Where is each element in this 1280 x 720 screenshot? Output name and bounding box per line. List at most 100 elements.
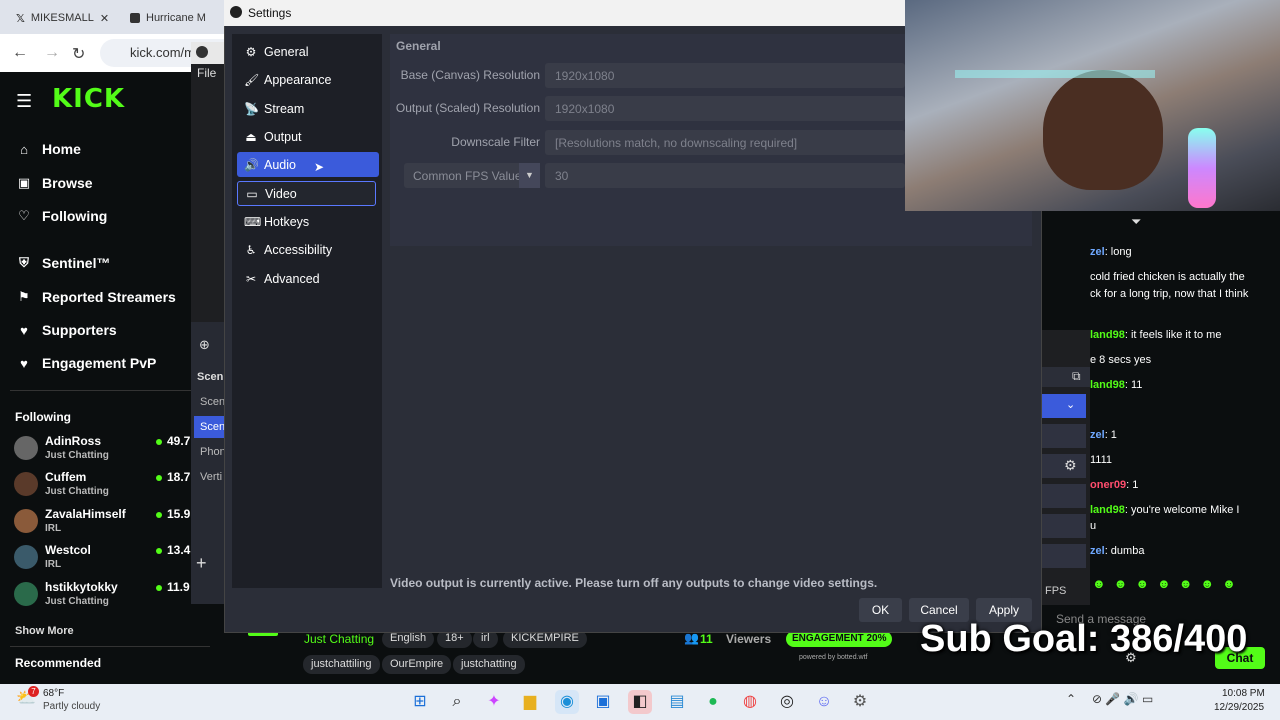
settings-nav-accessibility[interactable]: ♿ Accessibility [237,237,379,262]
kick-sidebar: ☰ KICK ⌂ Home ▣ Browse ♡ Following ⛨ Sentine… [0,72,220,684]
divider [10,390,210,391]
chevron-down-icon[interactable]: ▼ [519,163,540,188]
browse-icon: ▣ [17,175,31,190]
viewers-icon: 👥 [684,631,699,645]
base-resolution-field[interactable]: 1920x1080 [545,63,905,88]
add-scene-button[interactable]: + [196,553,207,574]
divider [10,646,210,647]
settings-nav-output[interactable]: ⏏ Output [237,124,379,149]
downscale-filter-field[interactable]: [Resolutions match, no downscaling requi… [545,130,905,155]
kick-logo[interactable]: KICK [52,84,125,114]
forward-icon[interactable]: → [44,44,60,62]
heart-icon: ♥ [20,322,28,338]
back-icon[interactable]: ← [12,44,28,62]
nav-home[interactable]: ⌂ Home [16,141,81,157]
mouse-cursor-icon: ➤ [314,160,325,174]
nav-sentinel[interactable]: ⛨ Sentinel™ [16,255,110,271]
followed-channel[interactable]: Cuffem Just Chatting 18.7 [14,470,214,506]
viewer-count: 11 [700,632,713,646]
monitor-icon: ▭ [246,186,258,201]
edge-icon[interactable]: ◉ [555,690,579,714]
settings-nav-audio[interactable]: 🔊 Audio [237,152,379,177]
photos-icon[interactable]: ▤ [665,690,689,714]
scene-item[interactable]: Phon [200,446,226,458]
folder-icon[interactable]: ▆ [518,690,542,714]
settings-icon[interactable]: ⚙ [848,690,872,714]
field-label: Base (Canvas) Resolution [400,68,540,82]
stream-category[interactable]: Just Chatting [304,632,374,646]
show-more-link[interactable]: Show More [15,625,74,637]
filter-icon[interactable]: ⏷ [1131,214,1141,230]
copilot-icon[interactable]: ✦ [482,690,506,714]
tag-pill[interactable]: justchatting [453,655,525,674]
tab-title: Hurricane M [146,12,206,24]
obs-row [1042,484,1086,508]
nav-reported-streamers[interactable]: ⚑ Reported Streamers [16,289,176,305]
chat-message: land98: 11 [1090,379,1143,391]
windows-icon[interactable]: ⊞ [408,690,432,714]
settings-nav-stream[interactable]: 📡 Stream [237,96,379,121]
pvp-icon: ♥ [20,355,28,371]
webcam-overlay [905,0,1280,211]
streamer-figure [1043,70,1163,190]
settings-nav-appearance[interactable]: 🖌 Appearance [237,67,379,92]
clock-time[interactable]: 10:08 PM [1222,688,1265,699]
discord-icon[interactable]: ☺ [812,690,836,714]
powered-by: powered by botted.wtf [799,654,868,661]
scene-item-selected[interactable]: Scen [194,416,225,438]
field-label: Downscale Filter [451,135,540,149]
settings-nav-hotkeys[interactable]: ⌨ Hotkeys [237,209,379,234]
recommended-header: Recommended [15,656,102,670]
followed-channel[interactable]: AdinRoss Just Chatting 49.7 [14,434,214,470]
fps-value-field[interactable]: 30 [545,163,905,188]
gear-icon: ⚙ [245,44,257,59]
output-resolution-field[interactable]: 1920x1080 [545,96,905,121]
tray-icons[interactable]: ⊘ 🎤 🔊 ▭ [1092,692,1153,706]
obs-icon[interactable]: ◎ [775,690,799,714]
file-menu[interactable]: File [197,66,216,80]
tag-pill[interactable]: justchattiling [303,655,380,674]
scene-item[interactable]: Verti [200,471,222,483]
tools-icon: ✂ [245,271,257,286]
clock-date[interactable]: 12/29/2025 [1214,702,1264,713]
hamburger-icon[interactable]: ☰ [16,91,32,112]
followed-channel[interactable]: Westcol IRL 13.4 [14,543,214,579]
chat-message: land98: you're welcome Mike I [1090,504,1240,516]
spotify-icon[interactable]: ● [701,690,725,714]
scene-item[interactable]: Scen [200,396,225,408]
chrome-icon[interactable]: ◍ [738,690,762,714]
chat-message: land98: it feels like it to me [1090,329,1222,341]
avatar [14,436,38,460]
settings-nav-advanced[interactable]: ✂ Advanced [237,266,379,291]
dropdown-selected[interactable] [1042,394,1086,418]
obs-panel-header [1042,367,1090,387]
followed-channel[interactable]: hstikkytokky Just Chatting 11.9 [14,580,214,616]
browser-tab[interactable]: Hurricane M [120,4,224,32]
reload-icon[interactable]: ↻ [72,44,85,64]
nav-following[interactable]: ♡ Following [16,208,107,224]
tag-pill[interactable]: OurEmpire [382,655,452,674]
chat-message: 1111 [1090,454,1113,466]
nav-engagement-pvp[interactable]: ♥ Engagement PvP [16,355,156,371]
obs-row [1042,424,1086,448]
emote-row[interactable]: ☻☻☻☻☻☻☻ [1092,576,1262,594]
ok-button[interactable]: OK [859,598,902,622]
followed-channel[interactable]: ZavalaHimself IRL 15.9 [14,507,214,543]
search-icon[interactable]: ⌕ [445,690,469,714]
gear-icon[interactable]: ⚙ [1064,457,1077,474]
settings-nav-video[interactable]: ▭ Video [237,181,376,206]
flag-icon: ⚑ [18,289,30,304]
avatar [14,472,38,496]
browser-tab[interactable]: 𝕏 MIKESMALL ✕ [6,4,116,32]
dock-icon[interactable]: ⧉ [1072,369,1081,384]
store-icon[interactable]: ▣ [591,690,615,714]
close-icon[interactable]: ✕ [100,12,109,25]
app-icon[interactable]: ◧ [628,690,652,714]
nav-supporters[interactable]: ♥ Supporters [16,322,117,338]
nav-browse[interactable]: ▣ Browse [16,175,93,191]
tray-chevron-icon[interactable]: ⌃ [1066,692,1076,706]
viewers-label: Viewers [726,632,772,646]
settings-nav-general[interactable]: ⚙ General [237,39,379,64]
speaker-icon: 🔊 [244,157,259,172]
globe-icon[interactable]: ⊕ [199,337,210,353]
